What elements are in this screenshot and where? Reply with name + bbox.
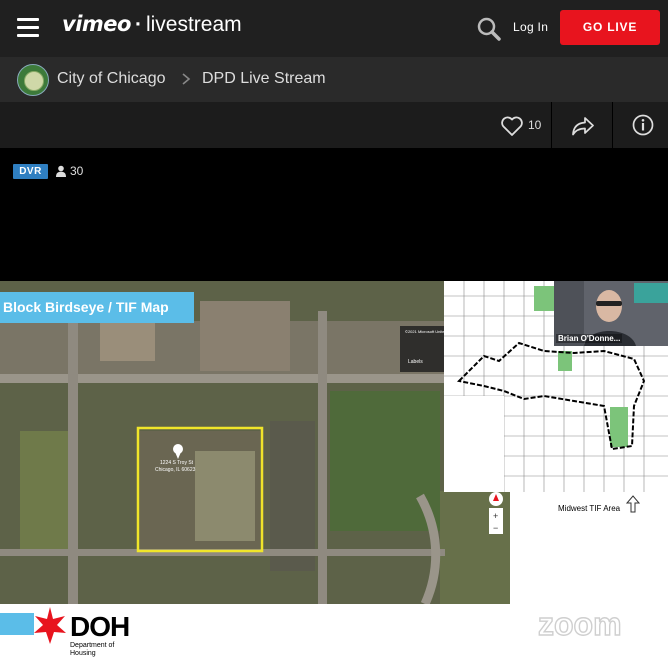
video-player[interactable]: 1224 S Troy St Chicago, IL 60623 ©2021 M… [0, 281, 668, 662]
logo-primary: vimeo [62, 12, 131, 36]
dvr-badge: DVR [13, 164, 48, 179]
doh-logo-text: DOH [70, 611, 130, 642]
tif-area-label: Midwest TIF Area [558, 504, 621, 513]
svg-text:+: + [493, 511, 498, 521]
search-icon[interactable] [476, 16, 502, 42]
go-live-button[interactable]: GO LIVE [560, 10, 660, 45]
doh-subtitle-line1: Department of [70, 642, 115, 649]
breadcrumb-item-city[interactable]: City of Chicago [57, 70, 166, 88]
labels-toggle: Labels [408, 359, 423, 365]
chevron-right-icon [182, 73, 191, 85]
pin-address-line1: 1224 S Troy St [160, 460, 194, 466]
chicago-star-logo [0, 607, 66, 644]
doh-subtitle-line2: Housing [70, 650, 96, 657]
breadcrumb-item-event[interactable]: DPD Live Stream [202, 70, 326, 88]
logo-separator: · [134, 13, 142, 36]
zoom-watermark-text: zoom [538, 608, 622, 642]
share-icon[interactable] [570, 113, 596, 139]
viewer-count: 30 [70, 164, 84, 178]
svg-text:−: − [493, 523, 498, 533]
aerial-map-image: 1224 S Troy St Chicago, IL 60623 ©2021 M… [0, 281, 510, 604]
doh-subtitle: Department of Housing [70, 642, 114, 658]
logo-secondary: livestream [145, 13, 242, 36]
participant-name: Brian O'Donne... [556, 334, 623, 343]
like-count: 10 [528, 118, 542, 132]
webcam-feed: Brian O'Donne... [554, 281, 668, 346]
vimeo-livestream-logo[interactable]: vimeo · livestream [62, 12, 242, 37]
menu-icon[interactable] [17, 18, 39, 38]
pin-address-line2: Chicago, IL 60623 [155, 467, 196, 473]
zoom-watermark: zoom [538, 608, 622, 642]
slide-title: Block Birdseye / TIF Map [0, 292, 194, 323]
divider [612, 102, 613, 148]
info-icon[interactable] [632, 114, 654, 136]
arrow-up-icon [626, 495, 640, 513]
city-seal-avatar[interactable] [17, 64, 49, 96]
viewer-user-icon [56, 165, 66, 177]
action-bar [0, 102, 668, 148]
divider [551, 102, 552, 148]
login-link[interactable]: Log In [513, 20, 548, 34]
heart-icon[interactable] [500, 115, 524, 137]
